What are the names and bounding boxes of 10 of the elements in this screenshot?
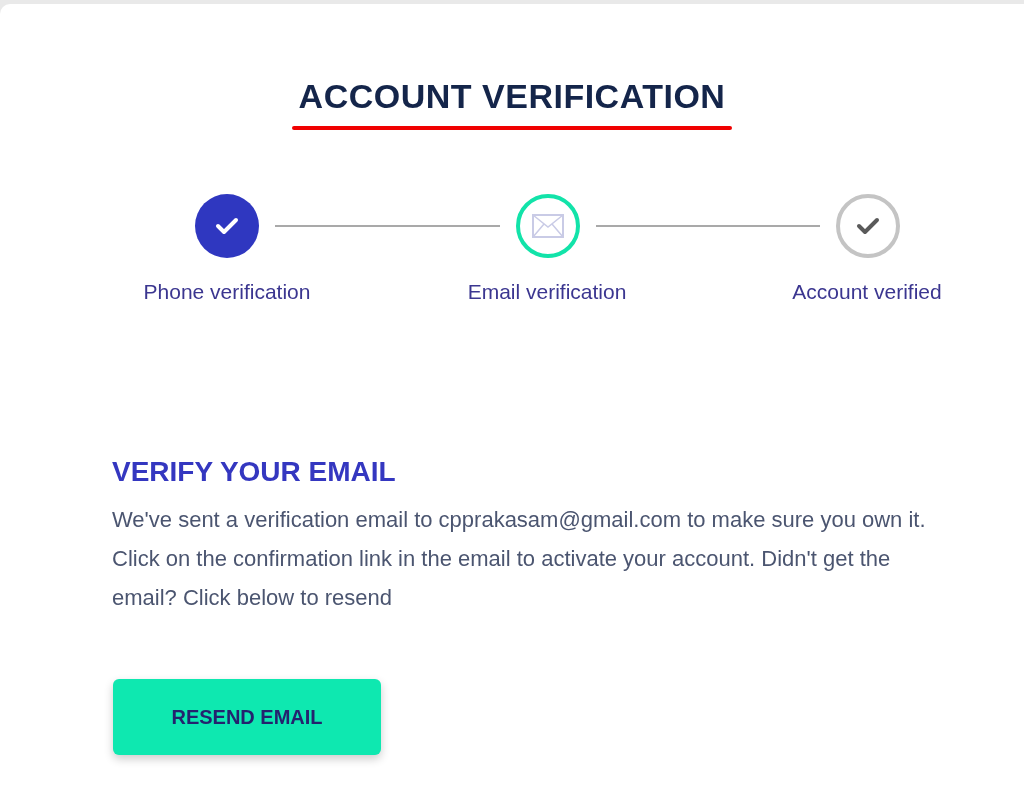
section-heading: VERIFY YOUR EMAIL	[112, 455, 397, 489]
check-icon	[856, 216, 880, 236]
step-label: Email verification	[467, 279, 627, 305]
page-title: ACCOUNT VERIFICATION	[298, 76, 726, 117]
envelope-icon	[531, 214, 564, 238]
step-label: Phone verification	[143, 279, 311, 305]
message-text: We've sent a verification email to cpprakasam@gmail.com to make sure you own it. Click on the confirmation link in the email to activate your account. Didn't get the email? Click below to resend	[112, 506, 927, 612]
check-icon	[215, 216, 239, 236]
step-label: Account verified	[792, 279, 942, 305]
resend-email-button[interactable]: RESEND EMAIL	[113, 679, 381, 755]
